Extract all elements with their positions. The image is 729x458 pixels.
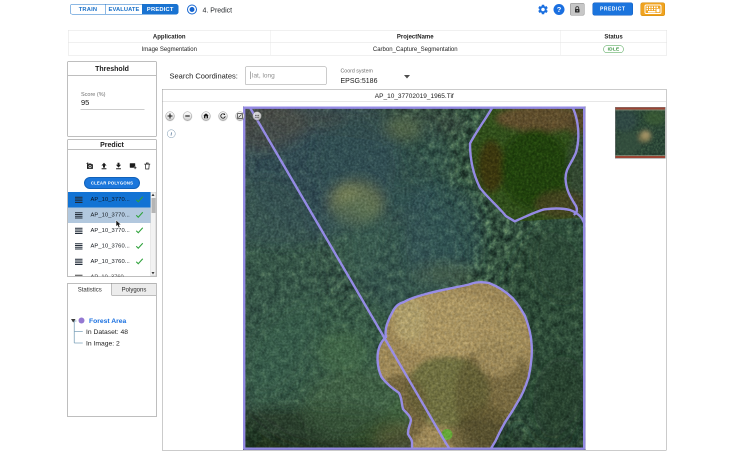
svg-text:In Image: 2: In Image: 2 (86, 341, 120, 348)
svg-text:In Dataset: 48: In Dataset: 48 (86, 329, 128, 336)
svg-text:Forest Area: Forest Area (89, 318, 127, 325)
